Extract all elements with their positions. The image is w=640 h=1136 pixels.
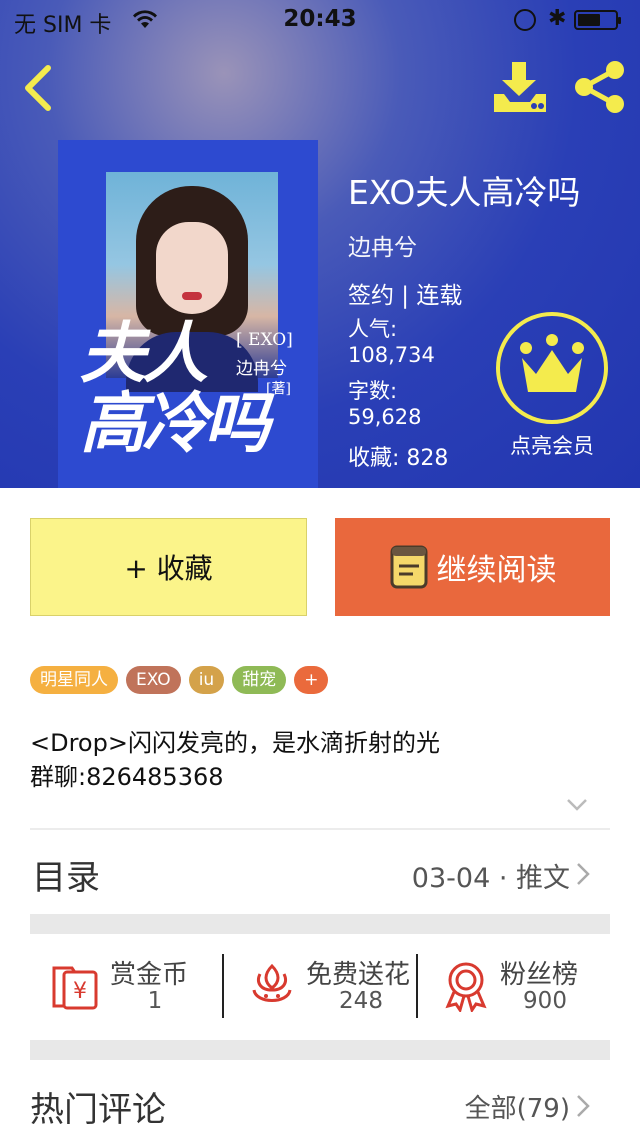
tag-chip[interactable]: 明星同人: [30, 666, 118, 694]
battery-icon: [574, 10, 621, 30]
word-count-value: 59,628: [348, 405, 422, 429]
reward-label: 粉丝榜: [500, 960, 579, 990]
svg-text:¥: ¥: [73, 979, 87, 1004]
divider: [30, 828, 610, 830]
reward-label: 赏金币: [110, 960, 189, 990]
tag-chip[interactable]: iu: [188, 666, 225, 694]
divider: [222, 954, 224, 1018]
description-line: 群聊:826485368: [30, 763, 224, 791]
reward-bar: ¥ 赏金币 1 免费送花 248 粉丝榜 900: [30, 948, 610, 1028]
description-line: <Drop>闪闪发亮的，是水滴折射的光: [30, 729, 440, 757]
reward-count: 248: [339, 988, 383, 1014]
hot-comments-row[interactable]: 热门评论 全部(79): [30, 1074, 610, 1134]
cover-zhu: [著]: [266, 381, 291, 397]
clock: 20:43: [283, 6, 357, 32]
tag-chip[interactable]: EXO: [126, 666, 181, 694]
reward-coins-button[interactable]: ¥ 赏金币 1: [30, 948, 224, 1028]
book-status: 签约 | 连载: [348, 283, 463, 309]
toc-label: 目录: [32, 858, 100, 898]
rotation-lock-icon: [514, 9, 536, 31]
share-button[interactable]: [570, 58, 630, 116]
divider: [416, 954, 418, 1018]
all-comments-link[interactable]: 全部(79): [465, 1088, 570, 1125]
vip-button[interactable]: 点亮会员: [494, 312, 610, 462]
popularity-stat: 人气: 108,734: [348, 316, 435, 368]
chevron-right-icon: [577, 863, 590, 885]
book-icon: [390, 545, 427, 589]
continue-reading-label: 继续阅读: [436, 553, 557, 588]
book-title: EXO夫人高冷吗: [348, 173, 581, 212]
back-button[interactable]: [18, 62, 62, 114]
book-author[interactable]: 边冉兮: [348, 228, 417, 262]
chevron-right-icon: [577, 1095, 590, 1117]
download-button[interactable]: [490, 58, 550, 116]
table-of-contents-row[interactable]: 目录 03-04 · 推文: [30, 840, 610, 904]
tag-list: 明星同人 EXO iu 甜宠 +: [30, 666, 329, 694]
fan-ranking-button[interactable]: 粉丝榜 900: [420, 948, 614, 1028]
medal-icon: [445, 962, 487, 1012]
add-to-favorites-button[interactable]: + 收藏: [30, 518, 307, 616]
reward-count: 1: [147, 988, 163, 1014]
vip-label: 点亮会员: [510, 434, 594, 458]
add-tag-button[interactable]: +: [294, 666, 329, 694]
word-count-stat: 字数: 59,628: [348, 378, 421, 430]
section-separator: [30, 914, 610, 934]
book-cover[interactable]: 夫人 高冷吗 [ EXO] 边冉兮 [著]: [58, 140, 318, 488]
favorites-stat: 收藏: 828: [348, 446, 449, 471]
bluetooth-icon: ✱: [548, 6, 567, 31]
expand-description-icon[interactable]: [566, 798, 588, 812]
cover-author: 边冉兮: [236, 359, 287, 379]
free-flower-button[interactable]: 免费送花 248: [226, 948, 420, 1028]
latest-chapter: 03-04 · 推文: [411, 863, 570, 894]
book-header: 无 SIM 卡 20:43 ✱ 夫人 高冷吗 [EXO] 边冉兮 [著] EX…: [0, 0, 640, 488]
crown-icon: [520, 334, 584, 392]
reward-count: 900: [523, 988, 567, 1014]
hot-comments-label: 热门评论: [30, 1090, 166, 1130]
popularity-value: 108,734: [348, 343, 435, 367]
continue-reading-button[interactable]: 继续阅读: [335, 518, 610, 616]
cover-tag: [ EXO]: [236, 330, 293, 350]
status-bar: 无 SIM 卡 20:43 ✱: [0, 0, 640, 40]
red-envelope-yen-icon: ¥: [52, 966, 98, 1010]
flower-icon: [252, 963, 292, 1002]
book-description: <Drop>闪闪发亮的，是水滴折射的光 群聊:826485368: [30, 726, 440, 794]
book-info: EXO夫人高冷吗 边冉兮 签约 | 连载 人气: 108,734 字数: 59,…: [348, 170, 628, 471]
tag-chip[interactable]: 甜宠: [232, 666, 287, 694]
reward-label: 免费送花: [306, 960, 411, 990]
section-separator: [30, 1040, 610, 1060]
popularity-label: 人气:: [348, 317, 398, 341]
word-count-label: 字数:: [348, 379, 398, 403]
